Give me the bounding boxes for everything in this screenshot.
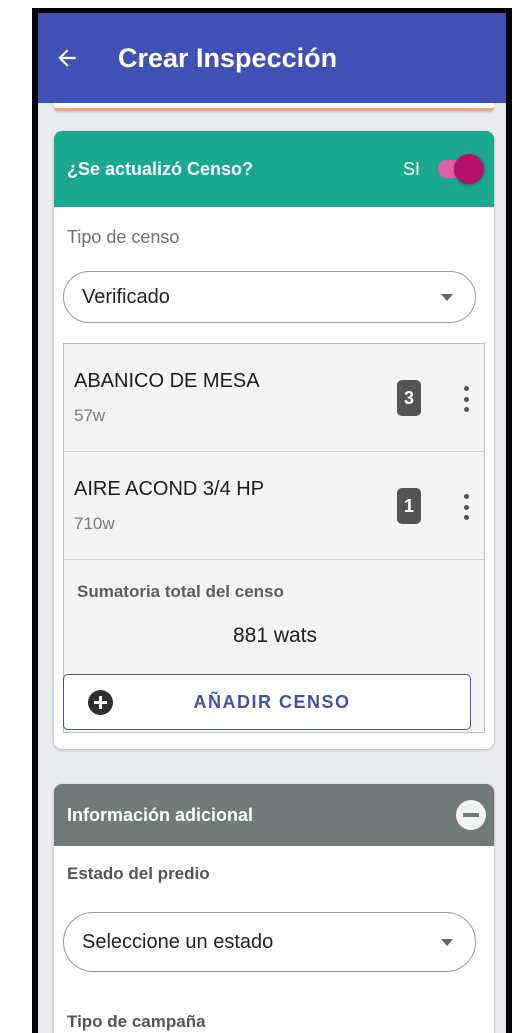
sum-value: 881 wats <box>232 624 318 647</box>
item-name: AIRE ACOND 3/4 HP <box>74 478 265 500</box>
estado-label: Estado del predio <box>67 864 210 883</box>
censo-card-header: ¿Se actualizó Censo? SI <box>54 131 494 207</box>
tipo-censo-label: Tipo de censo <box>67 227 180 247</box>
back-button[interactable] <box>38 13 96 103</box>
previous-card-edge <box>54 103 494 111</box>
more-vert-icon[interactable] <box>456 490 476 524</box>
tipo-censo-select[interactable]: Verificado <box>63 271 476 323</box>
item-watts: 710w <box>74 514 115 533</box>
add-censo-label: AÑADIR CENSO <box>193 691 351 712</box>
toggle-thumb <box>454 154 484 184</box>
arrow-back-icon <box>58 49 76 67</box>
screen: Crear Inspección ¿Se actualizó Censo? SI… <box>38 13 506 1033</box>
info-card-header: Información adicional <box>54 784 494 846</box>
sum-label: Sumatoria total del censo <box>77 582 284 601</box>
count-badge: 1 <box>397 488 421 524</box>
tipo-censo-value: Verificado <box>82 285 170 308</box>
list-item[interactable]: AIRE ACOND 3/4 HP 710w 1 <box>64 452 484 560</box>
more-vert-icon[interactable] <box>456 382 476 416</box>
item-name: ABANICO DE MESA <box>74 370 260 392</box>
page-title: Crear Inspección <box>118 42 338 73</box>
add-circle-icon <box>88 690 113 715</box>
collapse-icon[interactable] <box>456 800 486 830</box>
info-title: Información adicional <box>67 804 254 825</box>
estado-value: Seleccione un estado <box>82 930 274 953</box>
app-bar: Crear Inspección <box>38 13 506 103</box>
info-card: Información adicional Estado del predio … <box>54 784 494 1033</box>
censo-question: ¿Se actualizó Censo? <box>67 158 254 179</box>
toggle-label: SI <box>402 158 420 179</box>
chevron-down-icon <box>441 294 453 301</box>
campana-label: Tipo de campaña <box>67 1012 206 1031</box>
item-watts: 57w <box>74 406 106 425</box>
list-item[interactable]: ABANICO DE MESA 57w 3 <box>64 344 484 452</box>
censo-card: ¿Se actualizó Censo? SI Tipo de censo Ve… <box>54 131 494 749</box>
chevron-down-icon <box>441 939 453 946</box>
count-badge: 3 <box>397 380 421 416</box>
censo-toggle[interactable] <box>438 154 484 184</box>
device-frame: Crear Inspección ¿Se actualizó Censo? SI… <box>32 8 512 1033</box>
estado-select[interactable]: Seleccione un estado <box>63 912 476 972</box>
add-censo-button[interactable]: AÑADIR CENSO <box>63 674 471 730</box>
